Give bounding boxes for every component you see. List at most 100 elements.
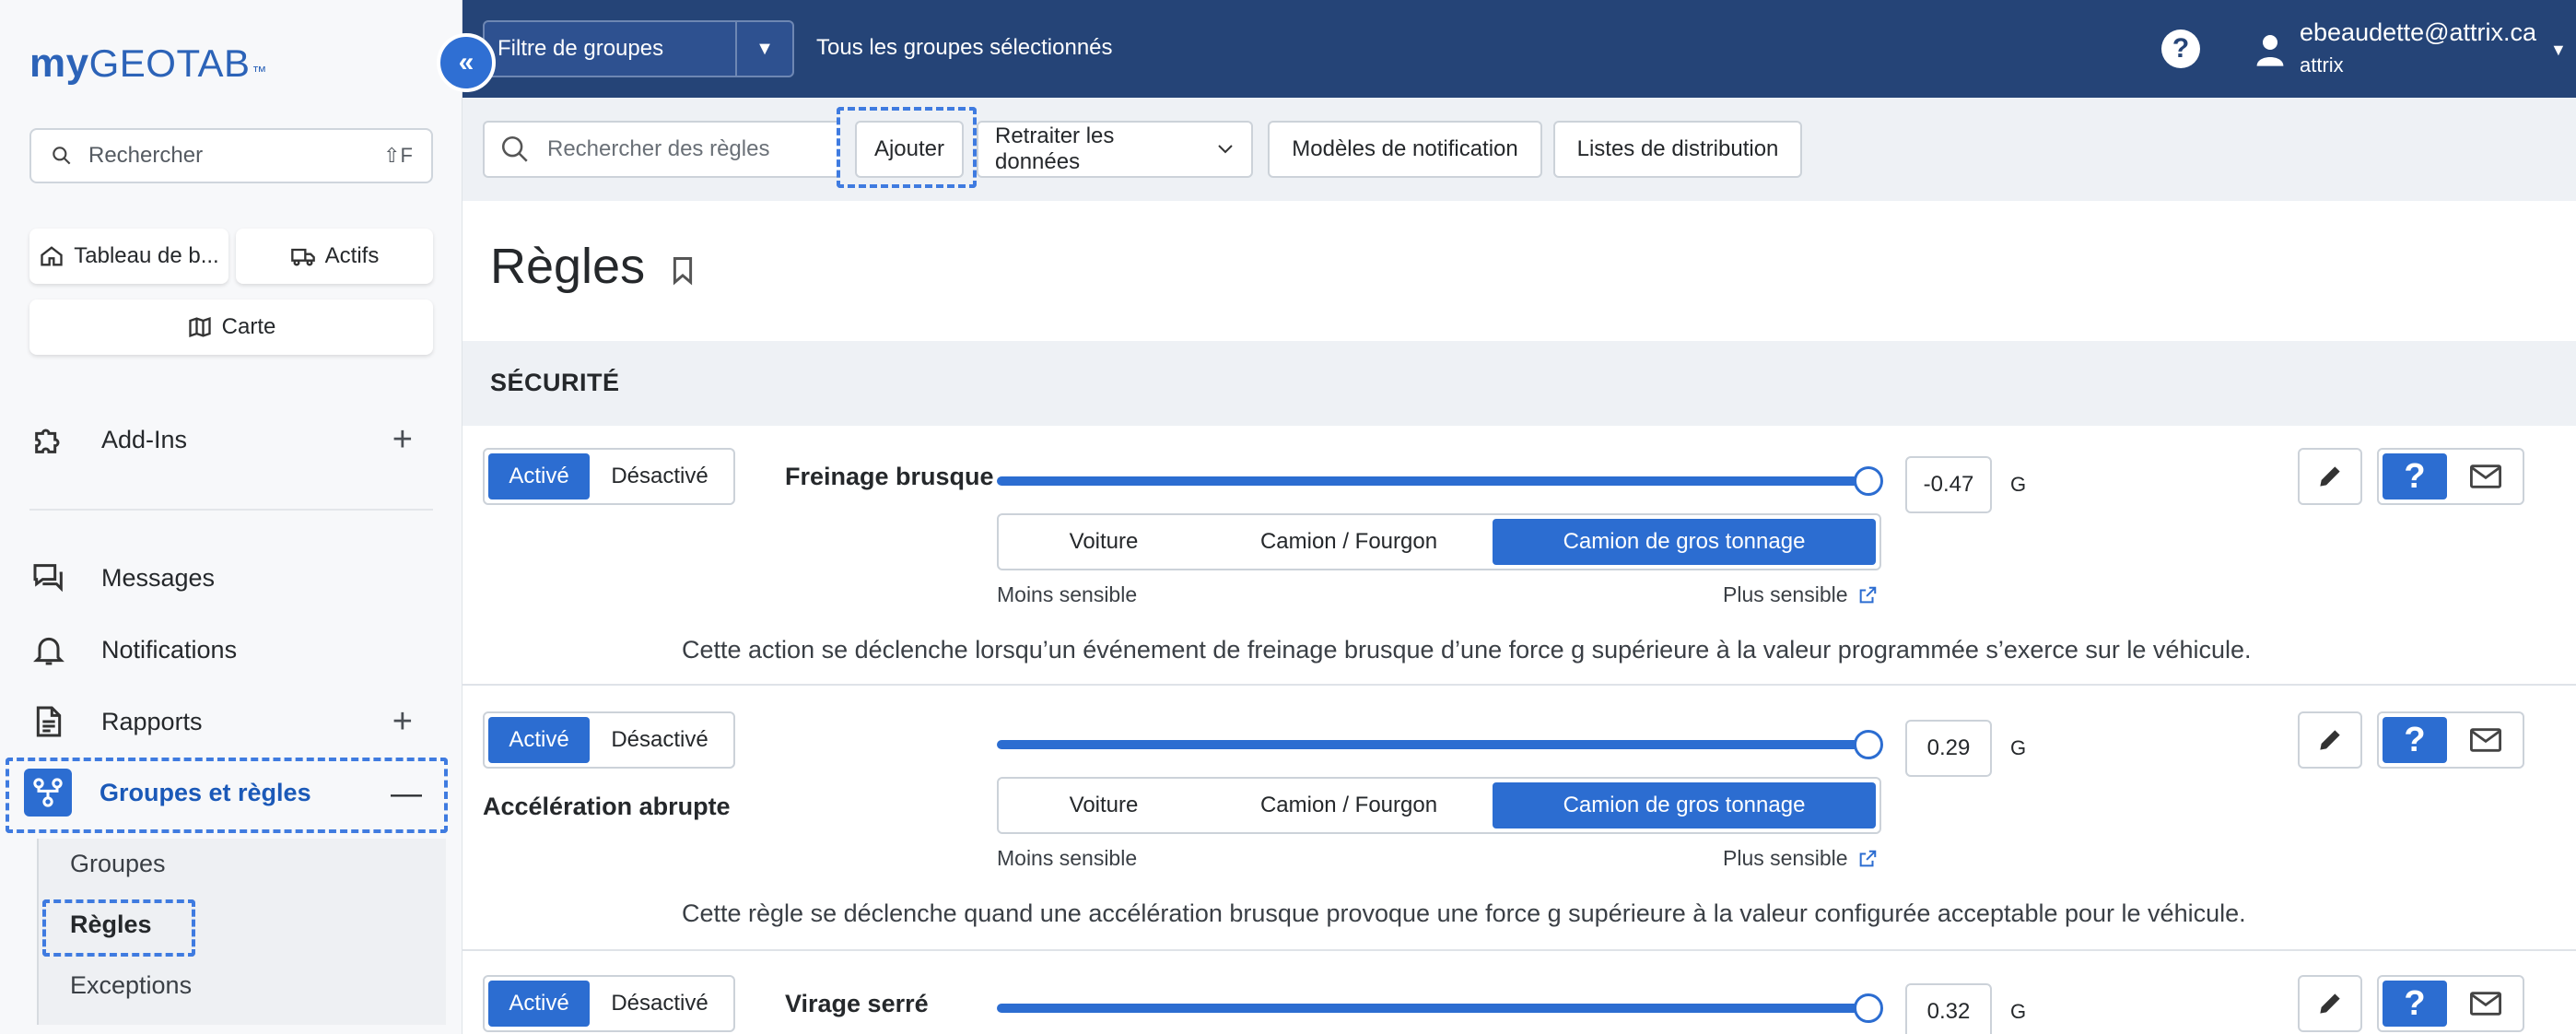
collapse-sidebar-button[interactable]: « xyxy=(437,33,496,92)
page-title: Règles xyxy=(490,239,646,294)
sidebar-divider xyxy=(29,509,433,511)
vehicle-heavy-option[interactable]: Camion de gros tonnage xyxy=(1493,519,1876,565)
report-icon xyxy=(29,702,68,741)
bookmark-icon[interactable] xyxy=(671,256,695,286)
toggle-off[interactable]: Désactivé xyxy=(590,717,730,763)
toggle-on[interactable]: Activé xyxy=(488,717,590,763)
rule-actions: ? xyxy=(2377,975,2524,1032)
rule-value-input[interactable]: 0.29 xyxy=(1905,720,1992,777)
rule-actions: ? xyxy=(2377,711,2524,769)
toggle-on[interactable]: Activé xyxy=(488,981,590,1027)
rules-search-placeholder: Rechercher des règles xyxy=(547,136,770,161)
sidebar-item-notifications[interactable]: Notifications xyxy=(29,618,435,681)
reprocess-data-button[interactable]: Retraiter les données xyxy=(977,121,1253,178)
toggle-off[interactable]: Désactivé xyxy=(590,453,730,499)
bell-icon xyxy=(29,630,68,669)
highlight-add-button xyxy=(837,107,977,188)
edit-rule-button[interactable] xyxy=(2298,975,2362,1032)
group-filter-select[interactable]: Filtre de groupes ▼ xyxy=(483,20,794,77)
search-icon xyxy=(501,135,528,162)
sidebar-item-label: Add-Ins xyxy=(101,425,188,453)
rule-help-icon[interactable]: ? xyxy=(2383,981,2447,1027)
vehicle-car-option[interactable]: Voiture xyxy=(1002,782,1205,828)
user-email[interactable]: ebeaudette@attrix.ca xyxy=(2300,18,2536,47)
email-icon[interactable] xyxy=(2453,717,2519,763)
slider-thumb[interactable] xyxy=(1854,730,1883,759)
sidebar-item-messages[interactable]: Messages xyxy=(29,546,435,609)
slider-thumb[interactable] xyxy=(1854,993,1883,1023)
sensitivity-slider[interactable] xyxy=(997,740,1868,749)
sensitivity-slider[interactable] xyxy=(997,476,1868,486)
sidebar-subitem-groups[interactable]: Groupes xyxy=(70,850,166,878)
add-report-icon[interactable]: + xyxy=(392,702,413,742)
group-filter-label: Filtre de groupes xyxy=(498,36,664,61)
help-icon[interactable]: ? xyxy=(2161,29,2200,68)
toggle-on[interactable]: Activé xyxy=(488,453,590,499)
rule-toggle[interactable]: Activé Désactivé xyxy=(483,975,735,1032)
rules-search-input[interactable]: Rechercher des règles xyxy=(483,121,840,178)
mygeotab-logo[interactable]: my GEOTAB ™ xyxy=(29,41,267,87)
sidebar-item-label: Rapports xyxy=(101,707,203,735)
map-icon xyxy=(188,317,211,337)
highlight-groups-rules xyxy=(6,758,448,833)
vehicle-car-option[interactable]: Voiture xyxy=(1002,519,1205,565)
rule-value-input[interactable]: 0.32 xyxy=(1905,983,1992,1034)
quick-map-button[interactable]: Carte xyxy=(29,300,433,355)
toggle-off[interactable]: Désactivé xyxy=(590,981,730,1027)
pencil-icon xyxy=(2320,466,2340,487)
row-divider xyxy=(463,684,2576,686)
vehicle-type-selector[interactable]: Voiture Camion / Fourgon Camion de gros … xyxy=(997,513,1881,570)
vehicle-truck-option[interactable]: Camion / Fourgon xyxy=(1205,519,1493,565)
sidebar-search-input[interactable]: Rechercher ⇧F xyxy=(29,128,433,183)
more-sensitive-link[interactable]: Plus sensible xyxy=(1723,582,1878,607)
rule-help-icon[interactable]: ? xyxy=(2383,453,2447,499)
sidebar: my GEOTAB ™ Rechercher ⇧F Tableau de b... … xyxy=(0,0,463,1034)
user-menu-chevron-icon[interactable]: ▼ xyxy=(2550,41,2567,60)
section-header: SÉCURITÉ xyxy=(463,341,2576,426)
edit-rule-button[interactable] xyxy=(2298,448,2362,505)
sidebar-item-reports[interactable]: Rapports + xyxy=(29,690,435,753)
rule-unit: G xyxy=(2010,473,2027,496)
row-divider xyxy=(463,949,2576,951)
quick-dashboard-button[interactable]: Tableau de b... xyxy=(29,229,228,284)
chevron-down-icon[interactable]: ▼ xyxy=(735,22,792,76)
quick-assets-button[interactable]: Actifs xyxy=(236,229,433,284)
rule-name: Virage serré xyxy=(785,990,929,1017)
puzzle-icon xyxy=(29,420,68,459)
more-sensitive-link[interactable]: Plus sensible xyxy=(1723,846,1878,871)
user-icon[interactable] xyxy=(2255,31,2285,68)
home-icon xyxy=(41,246,63,266)
highlight-rules xyxy=(42,899,195,957)
rule-actions: ? xyxy=(2377,448,2524,505)
rule-toggle[interactable]: Activé Désactivé xyxy=(483,711,735,769)
external-link-icon xyxy=(1859,850,1876,866)
rule-help-icon[interactable]: ? xyxy=(2383,717,2447,763)
rule-description: Cette règle se déclenche quand une accél… xyxy=(682,899,2246,927)
sidebar-item-addins[interactable]: Add-Ins + xyxy=(29,408,435,471)
user-org: attrix xyxy=(2300,53,2344,76)
section-title: SÉCURITÉ xyxy=(490,369,620,396)
slider-thumb[interactable] xyxy=(1854,466,1883,496)
sidebar-item-label: Notifications xyxy=(101,635,238,664)
email-icon[interactable] xyxy=(2453,453,2519,499)
rule-unit: G xyxy=(2010,1000,2027,1023)
distribution-lists-button[interactable]: Listes de distribution xyxy=(1553,121,1802,178)
sensitivity-slider[interactable] xyxy=(997,1004,1868,1013)
rule-name: Accélération abrupte xyxy=(483,793,731,820)
rule-value-input[interactable]: -0.47 xyxy=(1905,456,1992,513)
vehicle-type-selector[interactable]: Voiture Camion / Fourgon Camion de gros … xyxy=(997,777,1881,834)
truck-icon xyxy=(290,248,315,266)
sidebar-search-placeholder: Rechercher xyxy=(88,143,204,168)
vehicle-truck-option[interactable]: Camion / Fourgon xyxy=(1205,782,1493,828)
group-filter-status: Tous les groupes sélectionnés xyxy=(816,35,1113,60)
add-addin-icon[interactable]: + xyxy=(392,420,413,460)
pencil-icon xyxy=(2320,993,2340,1014)
messages-icon xyxy=(29,558,68,597)
rule-toggle[interactable]: Activé Désactivé xyxy=(483,448,735,505)
pencil-icon xyxy=(2320,730,2340,750)
email-icon[interactable] xyxy=(2453,981,2519,1027)
notification-templates-button[interactable]: Modèles de notification xyxy=(1268,121,1542,178)
edit-rule-button[interactable] xyxy=(2298,711,2362,769)
vehicle-heavy-option[interactable]: Camion de gros tonnage xyxy=(1493,782,1876,828)
sidebar-subitem-exceptions[interactable]: Exceptions xyxy=(70,971,192,1000)
